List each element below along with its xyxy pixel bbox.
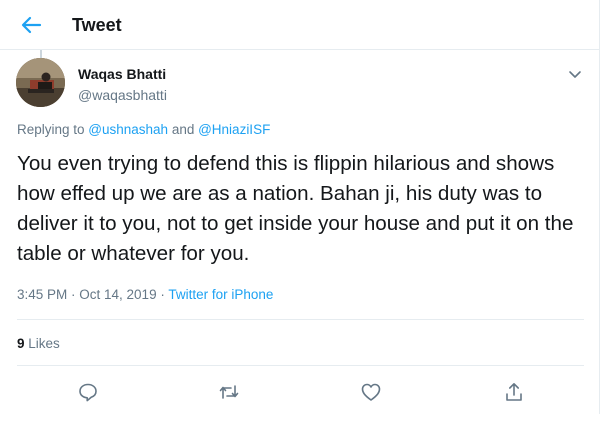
like-icon[interactable] (360, 381, 382, 403)
tweet-timestamp[interactable]: 3:45 PM · Oct 14, 2019 · (17, 287, 168, 302)
tweet-source-link[interactable]: Twitter for iPhone (168, 287, 273, 302)
likes-count[interactable]: 9 Likes (17, 336, 60, 351)
avatar[interactable] (16, 58, 65, 107)
replying-to: Replying to @ushnashah and @HniaziISF (17, 122, 270, 137)
divider (17, 365, 584, 366)
replying-to-label: Replying to (17, 122, 89, 137)
replying-to-and: and (168, 122, 199, 137)
reply-mention-link[interactable]: @HniaziISF (198, 122, 270, 137)
reply-mention-link[interactable]: @ushnashah (88, 122, 168, 137)
header-bar: Tweet (0, 0, 600, 50)
chevron-down-icon[interactable] (568, 68, 582, 80)
author-name[interactable]: Waqas Bhatti (78, 66, 166, 82)
back-arrow-icon[interactable] (18, 13, 44, 37)
page-title: Tweet (72, 15, 122, 35)
tweet-meta: 3:45 PM · Oct 14, 2019 · Twitter for iPh… (17, 287, 273, 302)
likes-number: 9 (17, 336, 25, 351)
tweet-text: You even trying to defend this is flippi… (17, 152, 574, 265)
likes-label: Likes (24, 336, 60, 351)
share-icon[interactable] (503, 381, 525, 403)
reply-icon[interactable] (77, 381, 99, 403)
tweet-panel: Tweet Waqas Bhatti @waqasbhatti Replying… (0, 0, 600, 414)
retweet-icon[interactable] (218, 381, 240, 403)
divider (17, 319, 584, 320)
author-handle[interactable]: @waqasbhatti (78, 87, 167, 103)
